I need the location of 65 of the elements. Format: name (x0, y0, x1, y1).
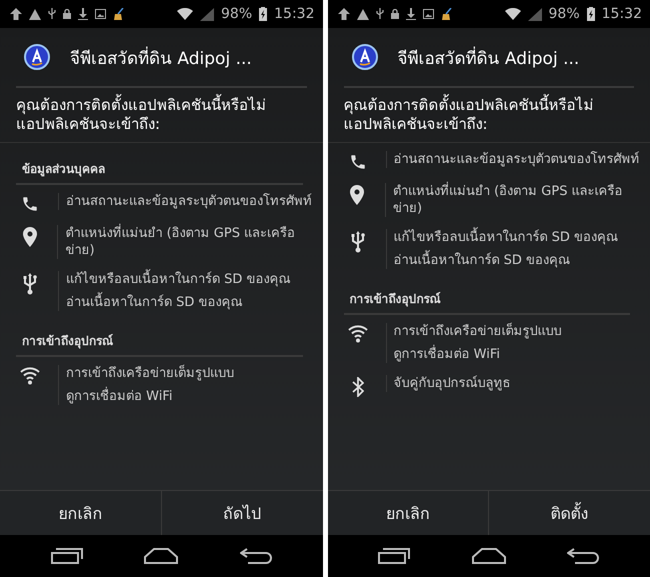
battery-percent: 98% (548, 6, 580, 22)
signal-icon (528, 8, 542, 20)
location-pin-icon (350, 185, 364, 205)
usb-icon (23, 273, 37, 295)
confirm-button[interactable]: ถัดไป (160, 491, 322, 535)
app-icon (352, 44, 378, 70)
wifi-icon (177, 8, 194, 20)
permission-text: อ่านเนื้อหาในการ์ด SD ของคุณ (394, 252, 618, 269)
usb-icon (350, 231, 364, 253)
download-icon (78, 8, 88, 20)
home-icon[interactable] (472, 548, 506, 564)
clock: 15:32 (602, 6, 642, 22)
broom-icon (113, 8, 125, 20)
signal-icon (200, 8, 214, 20)
dialog-title: จีพีเอสวัดที่ดิน Adipoj ... (398, 46, 580, 70)
usb-icon (48, 8, 56, 20)
permission-text: อ่านสถานะและข้อมูลระบุตัวตนของโทรศัพท์ (66, 193, 312, 210)
home-icon[interactable] (144, 548, 178, 564)
broom-icon (440, 8, 452, 20)
app-icon (24, 44, 50, 70)
install-prompt: คุณต้องการติดตั้งแอปพลิเคชันนี้หรือไม่ แอปพลิเคชันจะเข้าถึง: (328, 88, 650, 143)
phone-icon (348, 153, 366, 171)
permission-text: ดูการเชื่อมต่อ WiFi (66, 388, 234, 405)
back-icon[interactable] (567, 548, 600, 564)
upload-arrow-icon (10, 8, 22, 20)
permission-text: การเข้าถึงเครือข่ายเต็มรูปแบบ (66, 365, 234, 382)
cancel-button[interactable]: ยกเลิก (328, 491, 488, 535)
permission-text: ตำแหน่งที่แม่นยำ (อิงตาม GPS และเครือข่าย) (65, 225, 318, 259)
download-icon (406, 8, 416, 20)
cancel-button[interactable]: ยกเลิก (0, 491, 161, 535)
permission-text: อ่านสถานะและข้อมูลระบุตัวตนของโทรศัพท์ (394, 151, 640, 168)
permission-text: ตำแหน่งที่แม่นยำ (อิงตาม GPS และเครือข่าย) (392, 183, 646, 217)
battery-percent: 98% (221, 6, 252, 22)
upload-arrow-icon (338, 8, 350, 20)
permission-text: ดูการเชื่อมต่อ WiFi (394, 346, 562, 363)
install-prompt: คุณต้องการติดตั้งแอปพลิเคชันนี้หรือไม่ แอปพลิเคชันจะเข้าถึง: (0, 88, 322, 143)
usb-icon (376, 8, 384, 20)
section-header: การเข้าถึงอุปกรณ์ (16, 325, 302, 357)
bluetooth-icon (352, 377, 364, 397)
image-icon (422, 9, 434, 19)
clock: 15:32 (274, 6, 314, 22)
warning-icon (29, 8, 41, 20)
back-icon[interactable] (240, 548, 272, 564)
phone-icon (21, 195, 39, 213)
recent-apps-icon[interactable] (50, 548, 83, 564)
wifi-icon (20, 367, 40, 385)
wifi-icon (348, 325, 368, 343)
battery-charging-icon (259, 7, 268, 21)
permission-text: จับคู่กับอุปกรณ์บลูทูธ (394, 375, 510, 392)
permission-text: การเข้าถึงเครือข่ายเต็มรูปแบบ (394, 323, 562, 340)
lock-icon (63, 9, 71, 19)
confirm-button[interactable]: ติดตั้ง (488, 491, 650, 535)
battery-charging-icon (586, 7, 595, 21)
wifi-icon (504, 8, 521, 20)
warning-icon (356, 8, 368, 20)
image-icon (95, 9, 106, 19)
location-pin-icon (22, 227, 37, 247)
permission-text: แก้ไขหรือลบเนื้อหาในการ์ด SD ของคุณ (66, 271, 291, 288)
recent-apps-icon[interactable] (378, 548, 410, 564)
permission-text: แก้ไขหรือลบเนื้อหาในการ์ด SD ของคุณ (394, 229, 618, 246)
permission-text: อ่านเนื้อหาในการ์ด SD ของคุณ (66, 294, 291, 311)
dialog-title: จีพีเอสวัดที่ดิน Adipoj ... (70, 46, 252, 70)
section-header: การเข้าถึงอุปกรณ์ (344, 283, 630, 315)
section-header: ข้อมูลส่วนบุคคล (16, 153, 302, 185)
lock-icon (390, 9, 398, 19)
